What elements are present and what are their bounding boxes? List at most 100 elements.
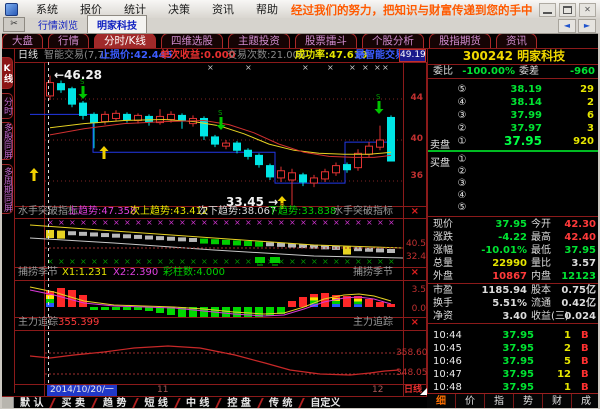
tab-zhuti[interactable]: 主题投资 [228, 33, 290, 48]
svg-text:×: × [157, 218, 164, 227]
back-arrow-icon[interactable]: ◄ [558, 19, 576, 33]
sell-row-5[interactable]: ⑤ 38.19 29 [429, 83, 599, 96]
tab-fenshi-k[interactable]: 分时/K线 [94, 33, 156, 48]
bolao-name: 捕捞季节 [18, 267, 58, 279]
sell-row-1[interactable]: ① 37.95 920 [429, 135, 599, 148]
svg-text:×: × [245, 218, 252, 227]
bolao-axis-upper: 3.5 [396, 285, 426, 295]
menu-item-strategy[interactable]: 决策 [157, 1, 201, 17]
zhuli-axis-lower: 348.05 [396, 368, 426, 378]
svg-text:×: × [355, 218, 362, 227]
svg-text:×: × [102, 257, 109, 266]
svg-text:×: × [256, 218, 263, 227]
tab-finance[interactable]: 财 [542, 394, 571, 409]
info-row-volume: 总量 22990 量比 3.57 [429, 257, 599, 270]
sell-row-4[interactable]: ④ 38.14 2 [429, 96, 599, 109]
chart-canvas[interactable]: ××××××××SSSB××××××××××××××××××××××××××××… [14, 49, 427, 396]
svg-text:×: × [355, 257, 362, 266]
scissors-icon[interactable]: ✂ [3, 17, 25, 32]
period-dropdown-icon[interactable] [420, 388, 427, 395]
svg-text:×: × [377, 218, 384, 227]
doc-tab-market-browse[interactable]: 行情浏览 [29, 16, 87, 33]
svg-text:×: × [135, 218, 142, 227]
tab-dapan[interactable]: 大盘 [2, 33, 43, 48]
svg-text:×: × [113, 218, 120, 227]
bolao-close-icon[interactable]: × [411, 267, 419, 279]
tab-deals[interactable]: 成 [571, 394, 600, 409]
sell-row-3[interactable]: ③ 37.99 6 [429, 109, 599, 122]
sell-side-label: 卖盘 [430, 136, 450, 151]
info-row-change: 涨跌 -4.22 最高 42.40 [429, 231, 599, 244]
buy-row-5[interactable]: ⑤ [429, 201, 599, 214]
menu-item-help[interactable]: 帮助 [245, 1, 289, 17]
system-name: 智能交易(7,7) [44, 49, 108, 62]
view-tabs: 大盘 行情 分时/K线 四维选股 主题投资 股票擂斗 个股分析 股指期货 资讯 [2, 33, 537, 48]
tab-momentum[interactable]: 势 [513, 394, 542, 409]
svg-text:×: × [344, 218, 351, 227]
info-row-price: 现价 37.95 今开 42.30 [429, 218, 599, 231]
svg-text:×: × [207, 63, 214, 72]
svg-text:×: × [344, 257, 351, 266]
zhuli-name: 主力追踪 [18, 317, 58, 329]
svg-text:×: × [322, 218, 329, 227]
svg-text:×: × [300, 257, 307, 266]
svg-text:×: × [201, 218, 208, 227]
candles-layer [47, 76, 395, 206]
svg-text:×: × [362, 63, 369, 72]
svg-text:×: × [91, 218, 98, 227]
stock-code: 300242 [463, 49, 513, 63]
tab-leidou[interactable]: 股票擂斗 [295, 33, 357, 48]
date-axis: 2014/10/20/一 11 12 日线 [14, 385, 427, 396]
svg-text:×: × [113, 257, 120, 266]
svg-text:×: × [168, 218, 175, 227]
document-tabstrip: ✂ 行情浏览 明家科技 ◄ ► [0, 18, 600, 34]
svg-text:×: × [157, 257, 164, 266]
svg-text:×: × [388, 257, 395, 266]
info-row-nav: 净资 3.40 收益(三) 0.024 [429, 310, 599, 323]
svg-text:×: × [179, 218, 186, 227]
tab-detail[interactable]: 细 [427, 394, 455, 409]
smart-trade-label: 最智能交易 [355, 49, 405, 62]
marquee-slogan: 经过我们的努力，把知识与财富传递到您的手中 [291, 2, 533, 18]
svg-text:×: × [80, 257, 87, 266]
price-tick-44: 44 [402, 93, 423, 103]
single-gain-value: 单次收益:0.000 [160, 49, 236, 62]
tab-gegu[interactable]: 个股分析 [362, 33, 424, 48]
svg-text:×: × [223, 257, 230, 266]
zhuli-close-icon[interactable]: × [411, 317, 419, 329]
bolao-x2: X2:2.390 [113, 267, 158, 279]
sailor-close-icon[interactable]: × [411, 206, 419, 218]
minimize-icon[interactable] [539, 3, 556, 17]
svg-text:×: × [58, 218, 65, 227]
tab-zixun[interactable]: 资讯 [496, 33, 537, 48]
window-frame-left [0, 33, 2, 409]
history-nav: ◄ ► [558, 19, 596, 33]
bolao-pane [30, 287, 395, 317]
svg-text:×: × [146, 257, 153, 266]
svg-text:×: × [302, 63, 309, 72]
annotation-high: ←46.28 [54, 68, 102, 82]
close-icon[interactable]: ✕ [579, 3, 596, 17]
svg-text:×: × [322, 257, 329, 266]
svg-text:×: × [327, 63, 334, 72]
tab-guzhi[interactable]: 股指期货 [429, 33, 491, 48]
menu-item-news[interactable]: 资讯 [201, 1, 245, 17]
forward-arrow-icon[interactable]: ► [578, 19, 596, 33]
window-controls: ✕ [539, 3, 596, 17]
tab-hangqing[interactable]: 行情 [48, 33, 89, 48]
restore-icon[interactable] [559, 3, 576, 17]
menu-item-system[interactable]: 系统 [25, 1, 69, 17]
svg-text:×: × [245, 63, 252, 72]
doc-tab-stock[interactable]: 明家科技 [87, 15, 147, 33]
price-tick-40: 40 [402, 134, 423, 144]
bolao-x1: X1:1.231 [62, 267, 107, 279]
smart-trade-value: 49.19 [399, 49, 426, 62]
sailor-pane: ××××××××××××××××××××××××××××××××××××××××… [30, 218, 403, 266]
sailor-up: 上趋势:47.358 [68, 206, 136, 218]
tab-siwei[interactable]: 四维选股 [161, 33, 223, 48]
svg-text:×: × [366, 218, 373, 227]
tab-index[interactable]: 指 [484, 394, 513, 409]
tab-price[interactable]: 价 [455, 394, 484, 409]
quote-panel-tabs: 细 价 指 势 财 成 [427, 393, 600, 409]
signal-arrows: SSSB [30, 78, 384, 210]
